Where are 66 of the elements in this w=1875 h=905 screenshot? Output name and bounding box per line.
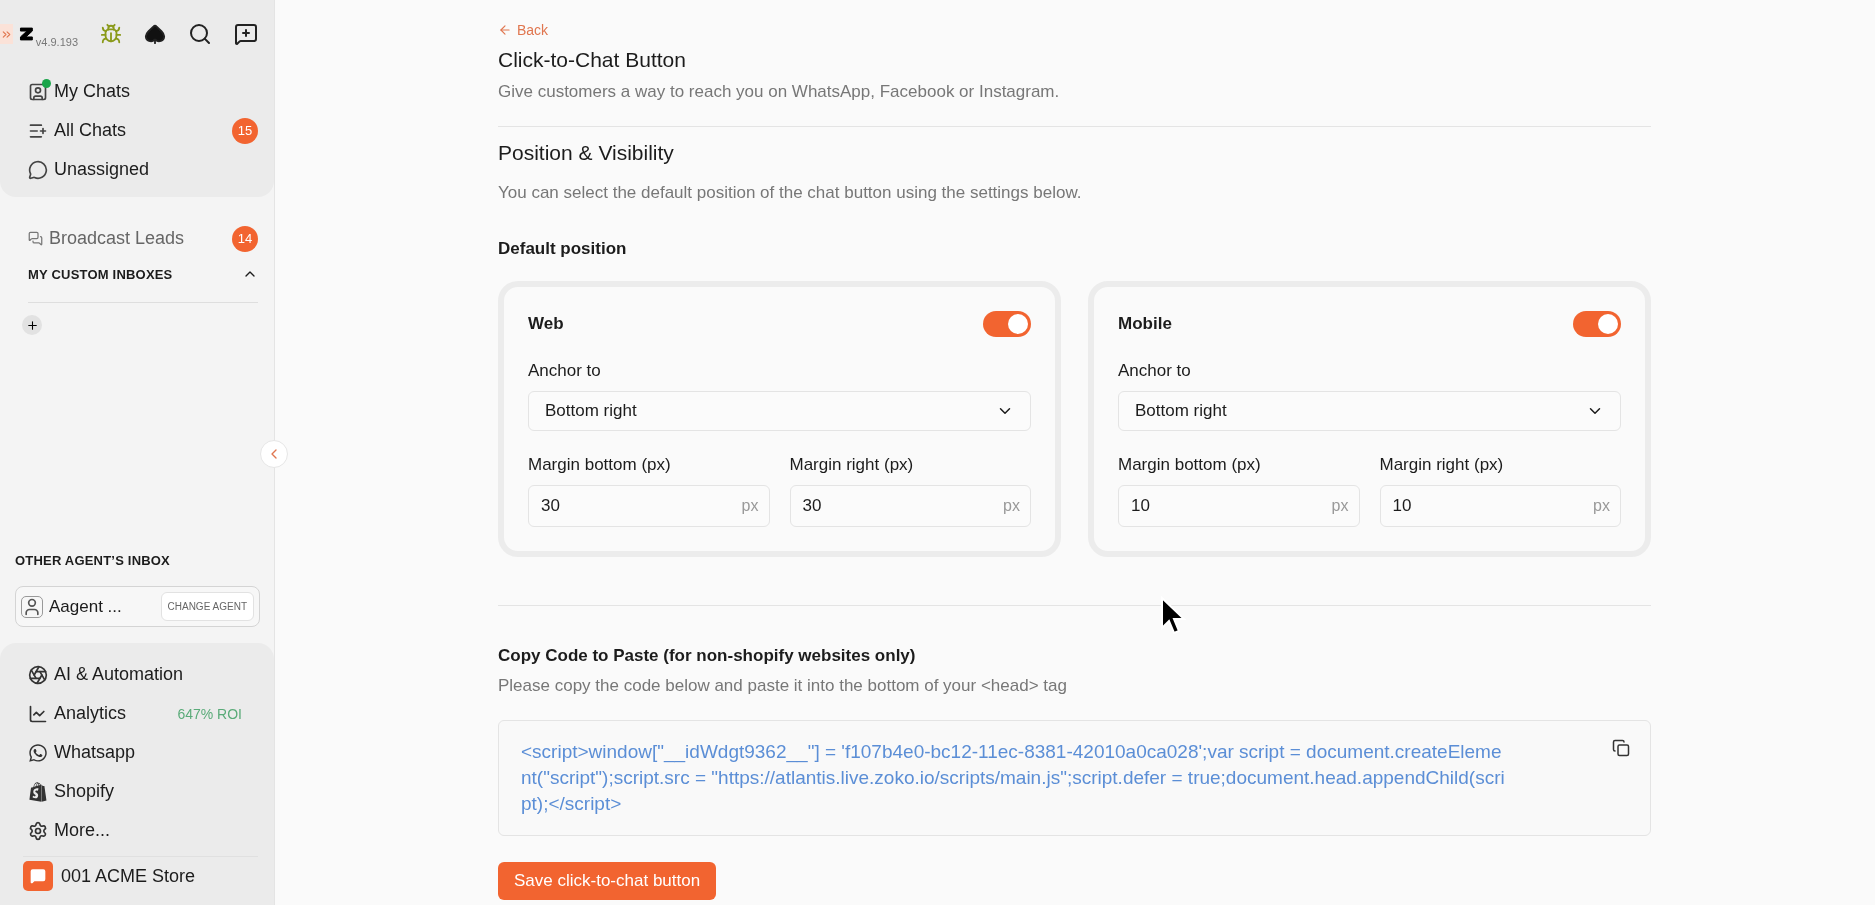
shopping-bag-icon: [28, 781, 48, 802]
count-badge: 14: [232, 225, 258, 252]
toggle-switch[interactable]: [983, 311, 1031, 337]
field-label: Margin right (px): [1379, 455, 1505, 475]
line-chart-icon: [28, 703, 48, 724]
phone-icon: [28, 742, 48, 763]
nav-item[interactable]: Analytics 647% ROI: [28, 700, 258, 727]
avatar-icon: [21, 595, 43, 618]
change-agent-button[interactable]: CHANGE AGENT: [160, 592, 254, 621]
new-chat-icon[interactable]: [234, 22, 258, 46]
section-heading: OTHER AGENT’S INBOX: [15, 553, 170, 568]
nav-item[interactable]: More...: [28, 817, 258, 844]
nav-item[interactable]: Unassigned: [28, 156, 258, 183]
margin-input[interactable]: 10: [1119, 486, 1332, 526]
field-label: Margin bottom (px): [528, 455, 672, 475]
chat-bubbles-icon: [28, 231, 43, 246]
section-title: Copy Code to Paste (for non-shopify websites only): [498, 646, 917, 666]
margin-field[interactable]: 10 px: [1379, 485, 1621, 527]
margin-input[interactable]: 30: [529, 486, 742, 526]
field-label: Margin bottom (px): [1118, 455, 1262, 475]
nav-item[interactable]: Whatsapp: [28, 739, 258, 766]
nav-item[interactable]: AI & Automation: [28, 661, 258, 688]
field-label: Anchor to: [528, 361, 602, 381]
unit-label: px: [1331, 497, 1349, 515]
chat-bubble-icon: [28, 159, 48, 180]
section-description: You can select the default position of the chat button using the settings below.: [498, 183, 1083, 203]
unit-label: px: [1593, 497, 1610, 515]
roi-tag: 647% ROI: [177, 705, 242, 722]
card-title: Web: [528, 314, 564, 334]
margin-input[interactable]: 30: [790, 486, 1004, 526]
section-heading: MY CUSTOM INBOXES: [28, 266, 173, 282]
margin-input[interactable]: 10: [1380, 486, 1594, 526]
nav-item[interactable]: Broadcast Leads 14: [28, 225, 258, 252]
store-name: 001 ACME Store: [61, 865, 196, 887]
search-icon[interactable]: [188, 22, 212, 46]
margin-field[interactable]: 30 px: [528, 485, 770, 527]
copy-icon[interactable]: [1612, 739, 1630, 757]
nav-item[interactable]: My Chats: [28, 78, 258, 105]
card-title: Mobile: [1118, 314, 1172, 334]
field-group-label: Default position: [498, 239, 628, 259]
agent-name: Aagent ...: [49, 596, 122, 617]
toggle-switch[interactable]: [1573, 311, 1621, 337]
add-inbox-button[interactable]: [22, 315, 42, 335]
field-label: Anchor to: [1118, 361, 1192, 381]
margin-field[interactable]: 30 px: [789, 485, 1031, 527]
unit-label: px: [741, 497, 759, 515]
page-title: Click-to-Chat Button: [498, 48, 687, 72]
unit-label: px: [1003, 497, 1020, 515]
store-switcher[interactable]: 001 ACME Store: [23, 856, 258, 891]
section-title: Position & Visibility: [498, 141, 675, 165]
code-snippet: <script>window["__idWdgt9362__"] = 'f107b4e0-bc12-11ec-8381-42010a0ca028';var script = document.createElement("script");script.src = "https://atlantis.live.zoko.io/scripts/main.js";script.defer = true;document.head.appendChild(script);</script>: [521, 740, 1506, 816]
gear-icon: [28, 820, 48, 841]
field-label: Margin right (px): [789, 455, 915, 475]
count-badge: 15: [232, 117, 258, 144]
section-description: Please copy the code below and paste it into the bottom of your <head> tag: [498, 676, 1068, 696]
margin-field[interactable]: 10 px: [1118, 485, 1360, 527]
plus-icon: [25, 318, 39, 332]
anchor-dropdown[interactable]: Bottom right: [528, 391, 1031, 431]
bug-icon[interactable]: [100, 23, 122, 45]
version-label: v4.9.193: [35, 36, 78, 48]
page-subtitle: Give customers a way to reach you on WhatsApp, Facebook or Instagram.: [498, 82, 1061, 102]
person-card-icon: [28, 81, 48, 102]
spade-icon[interactable]: [144, 23, 166, 45]
anchor-dropdown[interactable]: Bottom right: [1118, 391, 1621, 431]
nav-item[interactable]: All Chats 15: [28, 117, 258, 144]
nav-item[interactable]: Shopify: [28, 778, 258, 805]
